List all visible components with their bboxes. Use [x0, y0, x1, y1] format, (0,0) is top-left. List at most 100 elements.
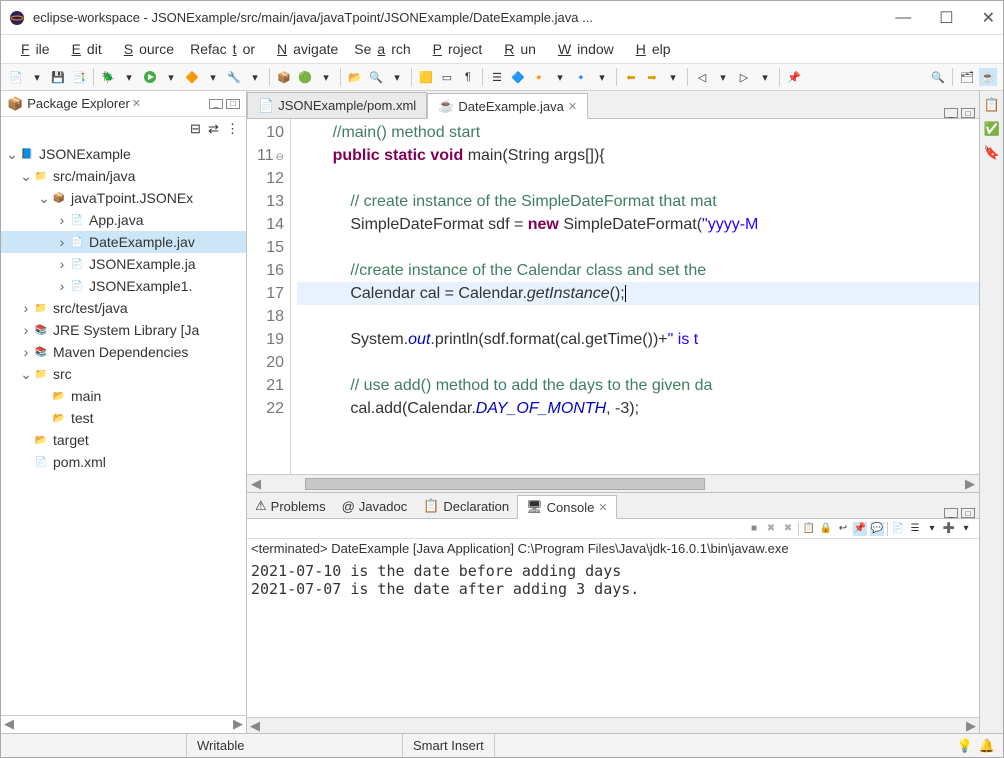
minimize-button[interactable]: —	[895, 9, 911, 27]
minimize-view-button[interactable]: _	[209, 99, 223, 109]
maximize-button[interactable]: ☐	[939, 8, 953, 28]
twisty-icon[interactable]: ›	[55, 212, 69, 228]
search-button[interactable]: 🔍	[367, 68, 385, 86]
twisty-icon[interactable]: ›	[19, 300, 33, 316]
editor-tab-dateexample[interactable]: ☕ DateExample.java ✕	[427, 93, 588, 119]
console-output[interactable]: 2021-07-10 is the date before adding day…	[247, 558, 979, 717]
twisty-icon[interactable]: ›	[55, 256, 69, 272]
menu-refactor[interactable]: Refactor	[184, 39, 261, 59]
twisty-icon[interactable]: ⌄	[37, 190, 51, 207]
close-button[interactable]: ✕	[982, 8, 995, 28]
menu-project[interactable]: Project	[421, 39, 489, 59]
status-icon[interactable]: 🔔	[979, 738, 995, 754]
bookmark-icon[interactable]: 🔖	[984, 145, 1000, 161]
maximize-bottom-button[interactable]: □	[961, 508, 975, 518]
minimize-editor-button[interactable]: _	[944, 108, 958, 118]
collapse-all-button[interactable]: ⊟	[190, 121, 204, 135]
sidebar-hscroll[interactable]: ◀▶	[1, 715, 246, 733]
twisty-icon[interactable]: ⌄	[19, 366, 33, 383]
tb-icon[interactable]: 🔷	[509, 68, 527, 86]
terminate-button[interactable]: ■	[747, 522, 761, 536]
tree-node[interactable]: ›📄JSONExample1.	[1, 275, 246, 297]
menu-help[interactable]: Help	[624, 39, 677, 59]
tree-node[interactable]: ⌄📦javaTpoint.JSONEx	[1, 187, 246, 209]
project-tree[interactable]: ⌄📘JSONExample⌄📁src/main/java⌄📦javaTpoint…	[1, 139, 246, 715]
outline-icon[interactable]: 📋	[984, 97, 1000, 113]
tree-node[interactable]: ›📚JRE System Library [Ja	[1, 319, 246, 341]
scroll-thumb[interactable]	[305, 478, 705, 490]
new-class-button[interactable]: 🟢	[296, 68, 314, 86]
tip-icon[interactable]: 💡	[957, 738, 973, 754]
word-wrap-button[interactable]: ↩	[836, 522, 850, 536]
editor-hscroll[interactable]: ◀ ▶	[247, 474, 979, 492]
new-package-button[interactable]: 📦	[275, 68, 293, 86]
tb-icon-3[interactable]: 🔹	[572, 68, 590, 86]
remove-launch-button[interactable]: ✖	[764, 522, 778, 536]
tree-node[interactable]: ›📁src/test/java	[1, 297, 246, 319]
console-hscroll[interactable]: ◀▶	[247, 717, 979, 733]
menu-edit[interactable]: Edit	[60, 39, 108, 59]
toggle-block-button[interactable]: ▭	[438, 68, 456, 86]
bottom-tab-console[interactable]: 🖥Console ✕	[517, 495, 616, 519]
display-button[interactable]: 💬	[870, 522, 884, 536]
open-console-button[interactable]: 📄	[891, 522, 905, 536]
close-tab-button[interactable]: ✕	[568, 100, 577, 113]
maximize-view-button[interactable]: □	[226, 99, 240, 109]
coverage-button[interactable]: 🔶	[183, 68, 201, 86]
scroll-lock-button[interactable]: 🔒	[819, 522, 833, 536]
bottom-tab-javadoc[interactable]: @Javadoc	[334, 494, 416, 518]
menu-navigate[interactable]: Navigate	[265, 39, 344, 59]
forward-button[interactable]: ▷	[735, 68, 753, 86]
prev-annotation-button[interactable]: ⬅	[622, 68, 640, 86]
toggle-ws-button[interactable]: ¶	[459, 68, 477, 86]
clear-console-button[interactable]: 📋	[802, 522, 816, 536]
tree-node[interactable]: ⌄📁src	[1, 363, 246, 385]
twisty-icon[interactable]: ›	[55, 234, 69, 250]
tree-node[interactable]: ⌄📘JSONExample	[1, 143, 246, 165]
show-whitespace-button[interactable]: ☰	[488, 68, 506, 86]
menu-search[interactable]: Search	[348, 39, 416, 59]
tree-node[interactable]: ›📚Maven Dependencies	[1, 341, 246, 363]
twisty-icon[interactable]: ›	[19, 322, 33, 338]
ext-tools-button[interactable]: 🔧	[225, 68, 243, 86]
menu-source[interactable]: Source	[112, 39, 180, 59]
twisty-icon[interactable]: ›	[55, 278, 69, 294]
tree-node[interactable]: ⌄📁src/main/java	[1, 165, 246, 187]
view-menu-button[interactable]: ⋮	[226, 121, 240, 135]
tree-node[interactable]: ›📄DateExample.jav	[1, 231, 246, 253]
maximize-editor-button[interactable]: □	[961, 108, 975, 118]
link-editor-button[interactable]: ⇄	[208, 121, 222, 135]
tb-icon-2[interactable]: 🔸	[530, 68, 548, 86]
close-view-button[interactable]: ✕	[132, 97, 141, 110]
bottom-tab-declaration[interactable]: 📋Declaration	[415, 494, 517, 518]
menu-window[interactable]: Window	[546, 39, 620, 59]
new-console-button[interactable]: ➕	[942, 522, 956, 536]
pin-console-button[interactable]: 📌	[853, 522, 867, 536]
next-annotation-button[interactable]: ➡	[643, 68, 661, 86]
tree-node[interactable]: 📂target	[1, 429, 246, 451]
pin-button[interactable]: 📌	[785, 68, 803, 86]
twisty-icon[interactable]: ⌄	[5, 146, 19, 163]
menu-file[interactable]: File	[9, 39, 56, 59]
tree-node[interactable]: 📄pom.xml	[1, 451, 246, 473]
tree-node[interactable]: 📂test	[1, 407, 246, 429]
quick-access-button[interactable]: 🔍	[929, 68, 947, 86]
java-perspective-button[interactable]: ☕	[979, 68, 997, 86]
twisty-icon[interactable]: ›	[19, 344, 33, 360]
toggle-mark-button[interactable]: 🟨	[417, 68, 435, 86]
perspective-button[interactable]: 🗂	[958, 68, 976, 86]
back-button[interactable]: ◁	[693, 68, 711, 86]
editor-tab-pom[interactable]: 📄 JSONExample/pom.xml	[247, 92, 427, 118]
task-list-icon[interactable]: ✅	[984, 121, 1000, 137]
remove-all-button[interactable]: ✖	[781, 522, 795, 536]
console-select-button[interactable]: ☰	[908, 522, 922, 536]
bottom-tab-problems[interactable]: ⚠Problems	[247, 494, 334, 518]
twisty-icon[interactable]: ⌄	[19, 168, 33, 185]
menu-run[interactable]: Run	[492, 39, 542, 59]
save-all-button[interactable]: 📑	[70, 68, 88, 86]
code-editor[interactable]: 1011⊖1213141516171819202122 //main() met…	[247, 119, 979, 474]
save-button[interactable]: 💾	[49, 68, 67, 86]
tree-node[interactable]: ›📄JSONExample.ja	[1, 253, 246, 275]
open-type-button[interactable]: 📂	[346, 68, 364, 86]
tree-node[interactable]: 📂main	[1, 385, 246, 407]
